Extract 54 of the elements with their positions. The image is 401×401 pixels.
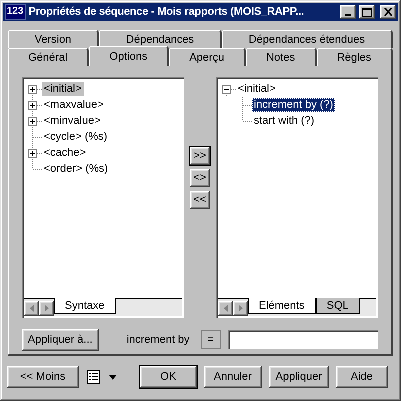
app-icon: 123 xyxy=(5,4,26,20)
tree-item[interactable]: increment by (?) xyxy=(252,98,336,112)
right-arrow-icon xyxy=(44,305,48,312)
left-arrow-icon xyxy=(30,305,34,312)
field-label: increment by xyxy=(126,334,190,346)
scroll-right-button[interactable] xyxy=(39,301,54,316)
apply-to-button[interactable]: Appliquer à... xyxy=(22,328,99,350)
scroll-left-button[interactable] xyxy=(218,301,233,316)
tree-item[interactable]: <order> (%s) xyxy=(42,162,110,176)
transfer-button[interactable]: >> xyxy=(190,147,210,165)
dialog-button[interactable]: << Moins xyxy=(7,366,79,388)
tab[interactable]: Dépendances xyxy=(99,30,222,48)
maximize-icon xyxy=(362,8,372,16)
tab[interactable]: Règles xyxy=(316,48,393,66)
tree-item[interactable]: <cache> xyxy=(42,146,88,160)
left-arrow-icon xyxy=(224,305,228,312)
right-arrow-icon xyxy=(238,305,242,312)
maximize-button[interactable] xyxy=(359,5,375,19)
dialog-button[interactable]: Appliquer xyxy=(269,366,329,388)
value-field[interactable] xyxy=(228,330,378,349)
close-button[interactable] xyxy=(380,5,396,19)
dialog-button[interactable]: OK xyxy=(140,366,197,388)
sheet-tab[interactable]: Eléments xyxy=(248,298,316,314)
window-title: Propriétés de séquence - Mois rapports (MOIS_RAPP... xyxy=(28,6,306,18)
tree-item[interactable]: <initial> xyxy=(42,82,84,96)
tree-item[interactable]: start with (?) xyxy=(252,114,317,128)
minimize-button[interactable] xyxy=(340,5,356,19)
tab[interactable]: Général xyxy=(8,48,90,66)
plus-box-icon[interactable] xyxy=(28,85,37,94)
dialog-button[interactable]: Annuler xyxy=(204,366,262,388)
tree-item[interactable]: <cycle> (%s) xyxy=(42,130,110,144)
plus-box-icon[interactable] xyxy=(28,149,37,158)
transfer-button[interactable]: <> xyxy=(190,169,210,187)
minus-box-icon[interactable] xyxy=(222,85,231,94)
tab[interactable]: Options xyxy=(89,46,170,66)
tree-item[interactable]: <initial> xyxy=(236,82,278,96)
tree-item[interactable]: <maxvalue> xyxy=(42,98,106,112)
tab[interactable]: Dépendances étendues xyxy=(222,30,394,48)
tab[interactable]: Version xyxy=(8,30,100,48)
close-icon xyxy=(384,8,392,16)
dropdown-arrow-icon[interactable] xyxy=(109,374,117,380)
operator-box: = xyxy=(200,330,221,349)
sheet-tab[interactable]: Syntaxe xyxy=(54,298,116,314)
tab[interactable]: Aperçu xyxy=(169,48,246,66)
transfer-button[interactable]: << xyxy=(190,191,210,209)
dialog-button[interactable]: Aide xyxy=(336,366,388,388)
plus-box-icon[interactable] xyxy=(28,117,37,126)
tab[interactable]: Notes xyxy=(246,48,317,66)
list-icon[interactable] xyxy=(86,369,102,385)
scroll-left-button[interactable] xyxy=(24,301,39,316)
plus-box-icon[interactable] xyxy=(28,101,37,110)
sheet-tab[interactable]: SQL xyxy=(316,298,360,314)
scroll-right-button[interactable] xyxy=(233,301,248,316)
tree-item[interactable]: <minvalue> xyxy=(42,114,103,128)
